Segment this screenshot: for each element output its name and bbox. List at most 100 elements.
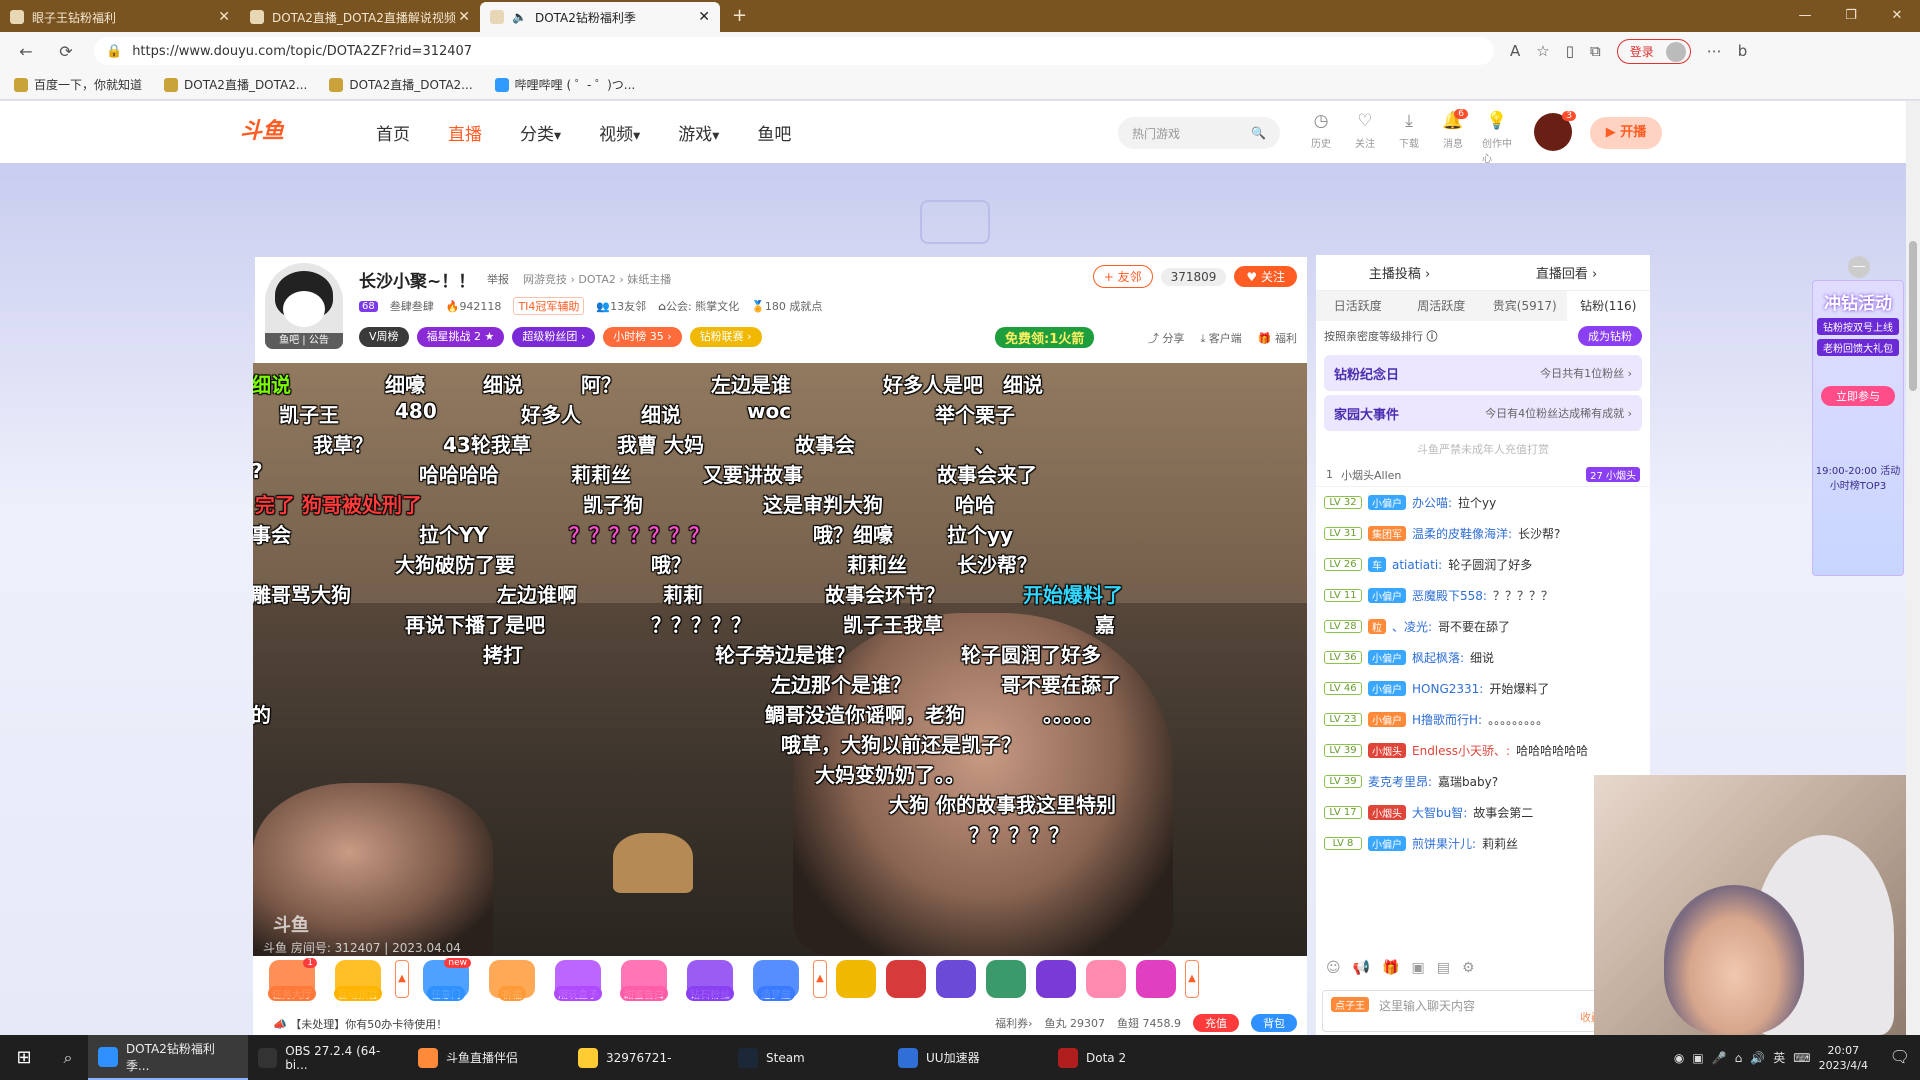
chat-nickname[interactable]: 煎饼果汁儿: (1412, 835, 1476, 852)
become-diamond-fan-button[interactable]: 成为钻粉 (1578, 326, 1642, 346)
collections-icon[interactable]: ⧉ (1590, 42, 1601, 60)
taskbar-app[interactable]: OBS 27.2.4 (64-bi... (248, 1035, 408, 1080)
gift-item[interactable] (935, 960, 977, 998)
join-button[interactable]: 立即参与 (1821, 386, 1895, 406)
anchor-avatar[interactable]: 鱼吧 | 公告 (265, 263, 343, 349)
chat-message[interactable]: LV 23 小偏户 H撸歌而行H: 。。。。。。。。。 (1324, 704, 1642, 735)
input-badge[interactable]: 点子王 (1331, 997, 1369, 1012)
gift-item[interactable]: 祈福 (483, 960, 541, 1001)
achievements[interactable]: 🏅180 成就点 (751, 298, 822, 314)
welfare-voucher[interactable]: 福利券› (995, 1015, 1032, 1031)
nav-video[interactable]: 视频▾ (599, 120, 640, 145)
card-icon[interactable]: ▤ (1437, 960, 1450, 976)
video-player[interactable]: 斗鱼 斗鱼 房间号: 312407 | 2023.04.04 细说 细嚎 细说 阿？左… (253, 363, 1307, 956)
chat-message[interactable]: LV 46 小偏户 HONG2331: 开始爆料了 (1324, 673, 1642, 704)
scrollbar-thumb[interactable] (1909, 241, 1917, 391)
tray-icon[interactable]: ▣ (1692, 1051, 1703, 1065)
chat-nickname[interactable]: H撸歌而行H: (1412, 711, 1482, 728)
emoji-icon[interactable]: ☺ (1326, 960, 1341, 976)
chat-nickname[interactable]: 麦克考里昂: (1368, 773, 1432, 790)
chat-nickname[interactable]: 枫起枫落: (1412, 649, 1464, 666)
bookmark-item[interactable]: 哔哩哔哩 ( ゜- ゜)つ... (494, 76, 635, 93)
chat-nickname[interactable]: atiatiati: (1392, 558, 1442, 572)
gift-item[interactable]: 钻石粉丝 (681, 960, 739, 1001)
favorite-star-icon[interactable]: ☆ (1536, 42, 1549, 60)
gift-icon[interactable]: 🎁 (1382, 960, 1399, 976)
gift-item[interactable] (1135, 960, 1177, 998)
follow-button[interactable]: ♥ 关注 (1234, 266, 1297, 287)
new-tab-button[interactable]: + (720, 2, 759, 32)
chat-nickname[interactable]: 办公喵: (1412, 494, 1452, 511)
gift-item[interactable] (1085, 960, 1127, 998)
bookmark-item[interactable]: DOTA2直播_DOTA2... (164, 76, 307, 93)
back-icon[interactable]: ← (14, 42, 38, 61)
help-icon[interactable]: ⓘ (1427, 330, 1438, 343)
bookmark-item[interactable]: DOTA2直播_DOTA2... (329, 76, 473, 93)
chip-super-fans[interactable]: 超级粉丝团 › (512, 327, 596, 347)
welfare-button[interactable]: 🎁 福利 (1258, 330, 1297, 346)
bing-icon[interactable]: b (1738, 42, 1748, 60)
chip-hourly-rank[interactable]: 小时榜 35 › (603, 327, 682, 347)
browser-tab-2[interactable]: DOTA2直播_DOTA2直播解说视频 ✕ (240, 2, 480, 32)
anchor-posts-link[interactable]: 主播投稿 › (1369, 263, 1430, 282)
notification-icon[interactable]: 🗨 (1890, 1047, 1910, 1066)
gift-item[interactable]: 任意门new (417, 958, 475, 1001)
nav-yuba[interactable]: 鱼吧 (757, 120, 791, 145)
mic-icon[interactable]: 🎤 (1712, 1051, 1727, 1065)
chat-nickname[interactable]: 恶魔殿下558: (1412, 587, 1487, 604)
chip-lucky-challenge[interactable]: 福星挑战 2 ★ (416, 327, 505, 347)
search-icon[interactable]: ⌕ (48, 1048, 88, 1068)
chat-message[interactable]: LV 32 小偏户 办公喵: 拉个yy (1324, 487, 1642, 518)
read-aloud-icon[interactable]: A (1510, 42, 1520, 60)
share-button[interactable]: ⤴ 分享 (1148, 330, 1185, 346)
settings-icon[interactable]: ⚙ (1462, 960, 1475, 976)
windows-start-icon[interactable]: ⊞ (0, 1047, 48, 1068)
taskbar-app[interactable]: UU加速器 (888, 1035, 1048, 1080)
search-icon[interactable]: 🔍 (1251, 126, 1266, 140)
chip-diamond-league[interactable]: 钻粉联赛 › (689, 327, 762, 347)
tab-weekly-active[interactable]: 周活跃度 (1400, 291, 1484, 321)
split-screen-icon[interactable]: ▯ (1566, 42, 1574, 60)
close-window-icon[interactable]: ✕ (1874, 0, 1920, 32)
gift-item[interactable]: 潮玩盒子 (549, 960, 607, 1001)
guild[interactable]: ⌂公会: 熊掌文化 (658, 298, 739, 314)
chat-message[interactable]: LV 11 小偏户 恶魔殿下558: ？？？？？ (1324, 580, 1642, 611)
browser-tab-3[interactable]: 🔈 DOTA2钻粉福利季 ✕ (480, 2, 720, 32)
gift-item[interactable] (835, 960, 877, 998)
rank-row[interactable]: 1 小烟头Allen 27 小烟头 (1316, 463, 1650, 487)
nav-live[interactable]: 直播 (448, 120, 482, 145)
gift-item[interactable]: 互动预言 (329, 960, 387, 1001)
report-link[interactable]: 举报 (487, 271, 509, 287)
chat-nickname[interactable]: Endless小天骄、: (1412, 742, 1510, 759)
login-button[interactable]: 登录 (1616, 38, 1691, 64)
nav-game[interactable]: 游戏▾ (678, 120, 719, 145)
expand-arrow[interactable]: ▲ (395, 960, 409, 998)
search-input[interactable]: 热门游戏 🔍 (1118, 117, 1280, 149)
gift-item[interactable] (1035, 960, 1077, 998)
minimize-icon[interactable]: — (1782, 0, 1828, 32)
chat-message[interactable]: LV 36 小偏户 枫起枫落: 细说 (1324, 642, 1642, 673)
user-avatar[interactable]: 3 (1534, 111, 1576, 151)
home-events-card[interactable]: 家园大事件 今日有4位粉丝达成稀有成就 › (1324, 395, 1642, 431)
creator-center-button[interactable]: 💡 创作中心 (1482, 111, 1512, 165)
chat-message[interactable]: LV 39 小烟头 Endless小天骄、: 哈哈哈哈哈哈 (1324, 735, 1642, 766)
breadcrumb[interactable]: 网游竞技 › DOTA2 › 妹纸主播 (523, 271, 671, 287)
expand-arrow[interactable]: ▲ (1185, 960, 1199, 998)
nav-home[interactable]: 首页 (376, 120, 410, 145)
recharge-button[interactable]: 充值 (1193, 1014, 1239, 1032)
messages-button[interactable]: 🔔 消息 6 (1438, 109, 1468, 165)
chat-message[interactable]: LV 31 集团军 温柔的皮鞋像海洋: 长沙帮? (1324, 518, 1642, 549)
gift-item[interactable] (985, 960, 1027, 998)
taskbar-app[interactable]: DOTA2钻粉福利季... (88, 1035, 248, 1080)
badge-icon[interactable]: ▣ (1411, 960, 1424, 976)
history-button[interactable]: ◷ 历史 (1306, 111, 1336, 165)
avatar-tags[interactable]: 鱼吧 | 公告 (265, 333, 343, 349)
page-scrollbar[interactable] (1906, 101, 1920, 1035)
chat-nickname[interactable]: HONG2331: (1412, 682, 1483, 696)
gift-item[interactable]: 任务大厅1 (263, 958, 321, 1001)
more-icon[interactable]: ⋯ (1707, 42, 1722, 60)
gift-item[interactable] (885, 960, 927, 998)
expand-arrow[interactable]: ▲ (813, 960, 827, 998)
client-button[interactable]: ⤓ 客户端 (1200, 330, 1241, 346)
close-icon[interactable]: ✕ (218, 9, 230, 25)
